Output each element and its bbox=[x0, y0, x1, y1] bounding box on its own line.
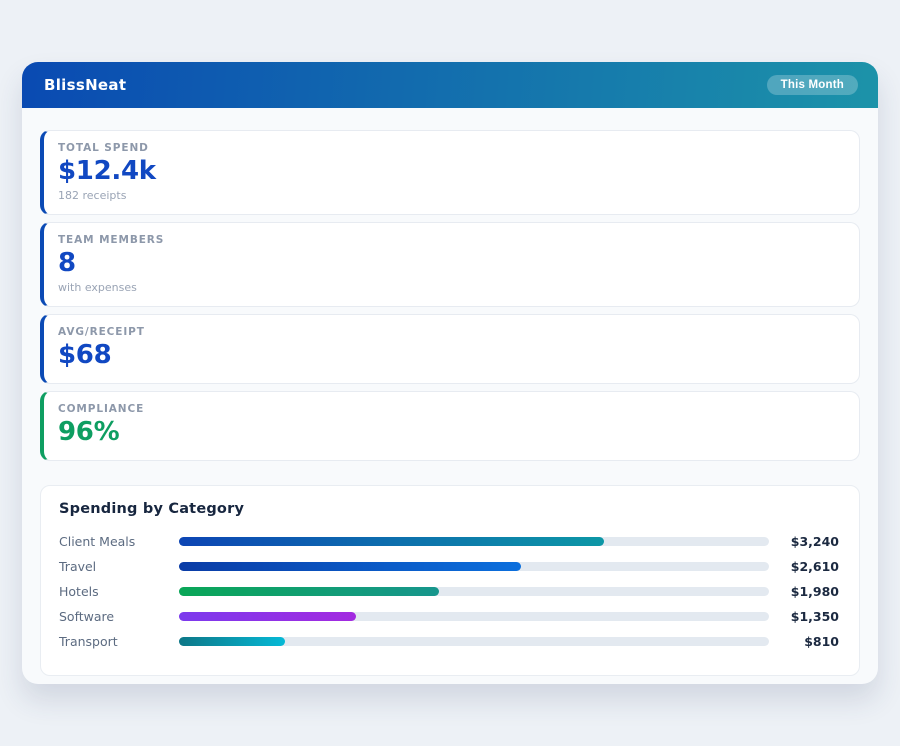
amount-label: $1,350 bbox=[790, 608, 839, 624]
category-label: Hotels bbox=[59, 583, 99, 599]
chart-title: Spending by Category bbox=[59, 500, 245, 517]
category-label: Travel bbox=[59, 558, 97, 574]
period-badge[interactable]: This Month bbox=[766, 75, 858, 95]
category-label: Software bbox=[59, 608, 115, 624]
category-label: Client Meals bbox=[59, 533, 136, 549]
bar-fill bbox=[179, 561, 522, 571]
bar-fill bbox=[179, 611, 356, 621]
amount-label: $810 bbox=[804, 633, 839, 649]
chart-row: Hotels $1,980 bbox=[59, 579, 839, 604]
bar-fill bbox=[179, 586, 439, 596]
category-label: Transport bbox=[59, 633, 118, 649]
stat-subtext: with expenses bbox=[58, 280, 137, 294]
stat-card: AVG/RECEIPT $68 bbox=[40, 313, 860, 384]
stat-label: AVG/RECEIPT bbox=[58, 325, 145, 338]
bar-fill bbox=[179, 536, 604, 546]
stats-section: TOTAL SPEND $12.4k 182 receipts TEAM MEM… bbox=[40, 130, 860, 461]
bar-track bbox=[179, 586, 769, 596]
spending-chart-card: Spending by Category Client Meals $3,240… bbox=[40, 484, 860, 676]
chart-rows: Client Meals $3,240 Travel $2,610 Hotels… bbox=[59, 529, 839, 654]
stat-value: 8 bbox=[58, 247, 76, 278]
stat-value: $12.4k bbox=[58, 156, 156, 186]
stat-card: TOTAL SPEND $12.4k 182 receipts bbox=[40, 130, 860, 215]
bar-track bbox=[179, 536, 769, 546]
amount-label: $3,240 bbox=[790, 533, 839, 549]
amount-label: $2,610 bbox=[790, 558, 839, 574]
dashboard-panel: BlissNeat This Month TOTAL SPEND $12.4k … bbox=[22, 62, 878, 684]
bar-fill bbox=[179, 636, 286, 646]
chart-row: Client Meals $3,240 bbox=[59, 529, 839, 554]
bar-track bbox=[179, 611, 769, 621]
stat-label: COMPLIANCE bbox=[58, 402, 145, 415]
stat-value: 96% bbox=[58, 416, 120, 447]
stat-subtext: 182 receipts bbox=[58, 188, 127, 202]
chart-row: Transport $810 bbox=[59, 629, 839, 654]
stat-card: COMPLIANCE 96% bbox=[40, 390, 860, 461]
amount-label: $1,980 bbox=[790, 583, 839, 599]
app-title: BlissNeat bbox=[44, 76, 127, 94]
bar-track bbox=[179, 636, 769, 646]
stat-label: TEAM MEMBERS bbox=[58, 233, 165, 246]
chart-row: Software $1,350 bbox=[59, 604, 839, 629]
dashboard-content: TOTAL SPEND $12.4k 182 receipts TEAM MEM… bbox=[22, 108, 878, 676]
stat-value: $68 bbox=[58, 339, 112, 370]
stat-label: TOTAL SPEND bbox=[58, 142, 149, 154]
bar-track bbox=[179, 561, 769, 571]
chart-row: Travel $2,610 bbox=[59, 554, 839, 579]
app-header: BlissNeat This Month bbox=[22, 62, 878, 108]
stat-card: TEAM MEMBERS 8 with expenses bbox=[40, 221, 860, 307]
